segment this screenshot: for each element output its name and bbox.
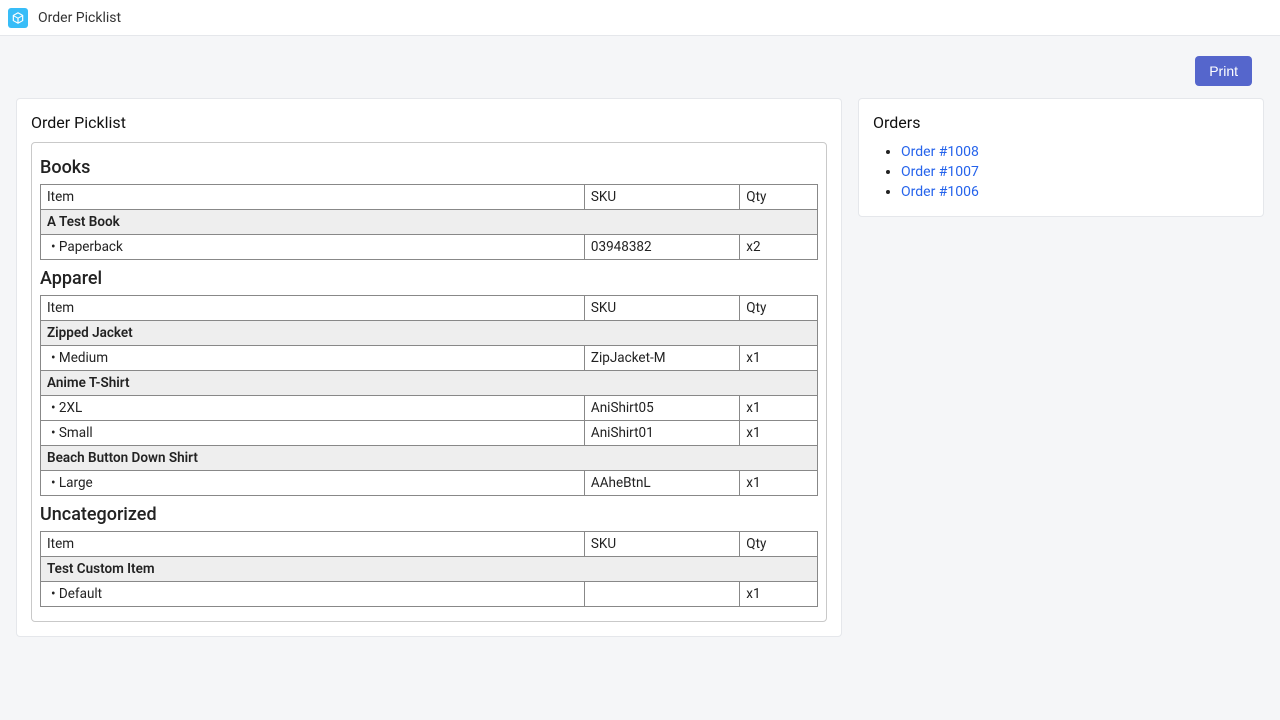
- col-item-header: Item: [41, 532, 585, 557]
- variant-name: Medium: [41, 346, 585, 371]
- variant-row: SmallAniShirt01x1: [41, 421, 818, 446]
- variant-row: 2XLAniShirt05x1: [41, 396, 818, 421]
- picklist-title: Order Picklist: [31, 113, 827, 132]
- picklist-card: Order Picklist BooksItemSKUQtyA Test Boo…: [16, 98, 842, 637]
- variant-qty: x1: [740, 582, 818, 607]
- product-name: Beach Button Down Shirt: [41, 446, 818, 471]
- product-row: Beach Button Down Shirt: [41, 446, 818, 471]
- variant-row: MediumZipJacket-Mx1: [41, 346, 818, 371]
- col-sku-header: SKU: [584, 532, 739, 557]
- variant-qty: x1: [740, 421, 818, 446]
- product-name: A Test Book: [41, 210, 818, 235]
- print-button[interactable]: Print: [1195, 56, 1252, 86]
- product-row: A Test Book: [41, 210, 818, 235]
- col-qty-header: Qty: [740, 185, 818, 210]
- variant-qty: x1: [740, 396, 818, 421]
- col-item-header: Item: [41, 185, 585, 210]
- col-sku-header: SKU: [584, 185, 739, 210]
- picklist-table: ItemSKUQtyTest Custom ItemDefault x1: [40, 531, 818, 607]
- variant-name: Paperback: [41, 235, 585, 260]
- topbar: Order Picklist: [0, 0, 1280, 36]
- col-qty-header: Qty: [740, 532, 818, 557]
- orders-list-item: Order #1008: [901, 142, 1249, 162]
- page-body: Order Picklist BooksItemSKUQtyA Test Boo…: [0, 86, 1280, 657]
- product-row: Anime T-Shirt: [41, 371, 818, 396]
- orders-list-item: Order #1007: [901, 162, 1249, 182]
- product-row: Test Custom Item: [41, 557, 818, 582]
- app-icon: [8, 8, 28, 28]
- col-item-header: Item: [41, 296, 585, 321]
- variant-name: Small: [41, 421, 585, 446]
- variant-name: 2XL: [41, 396, 585, 421]
- category-heading: Apparel: [40, 260, 818, 295]
- col-qty-header: Qty: [740, 296, 818, 321]
- action-row: Print: [0, 36, 1280, 86]
- variant-qty: x1: [740, 471, 818, 496]
- orders-title: Orders: [873, 113, 1249, 132]
- variant-sku: AAheBtnL: [584, 471, 739, 496]
- variant-qty: x1: [740, 346, 818, 371]
- variant-sku: AniShirt05: [584, 396, 739, 421]
- category-heading: Books: [40, 149, 818, 184]
- orders-list: Order #1008 Order #1007 Order #1006: [873, 142, 1249, 202]
- orders-list-item: Order #1006: [901, 182, 1249, 202]
- variant-qty: x2: [740, 235, 818, 260]
- product-name: Zipped Jacket: [41, 321, 818, 346]
- variant-row: Default x1: [41, 582, 818, 607]
- variant-name: Large: [41, 471, 585, 496]
- variant-sku: AniShirt01: [584, 421, 739, 446]
- variant-row: Paperback03948382x2: [41, 235, 818, 260]
- cube-icon: [11, 11, 25, 25]
- picklist-table: ItemSKUQtyA Test BookPaperback03948382x2: [40, 184, 818, 260]
- variant-name: Default: [41, 582, 585, 607]
- product-name: Test Custom Item: [41, 557, 818, 582]
- order-link[interactable]: Order #1006: [901, 184, 979, 200]
- variant-sku: ZipJacket-M: [584, 346, 739, 371]
- variant-row: LargeAAheBtnLx1: [41, 471, 818, 496]
- order-link[interactable]: Order #1007: [901, 164, 979, 180]
- col-sku-header: SKU: [584, 296, 739, 321]
- variant-sku: 03948382: [584, 235, 739, 260]
- product-row: Zipped Jacket: [41, 321, 818, 346]
- picklist-box: BooksItemSKUQtyA Test BookPaperback03948…: [31, 142, 827, 622]
- category-heading: Uncategorized: [40, 496, 818, 531]
- app-title: Order Picklist: [38, 10, 121, 26]
- picklist-table: ItemSKUQtyZipped JacketMediumZipJacket-M…: [40, 295, 818, 496]
- order-link[interactable]: Order #1008: [901, 144, 979, 160]
- variant-sku: [584, 582, 739, 607]
- orders-card: Orders Order #1008 Order #1007 Order #1006: [858, 98, 1264, 217]
- product-name: Anime T-Shirt: [41, 371, 818, 396]
